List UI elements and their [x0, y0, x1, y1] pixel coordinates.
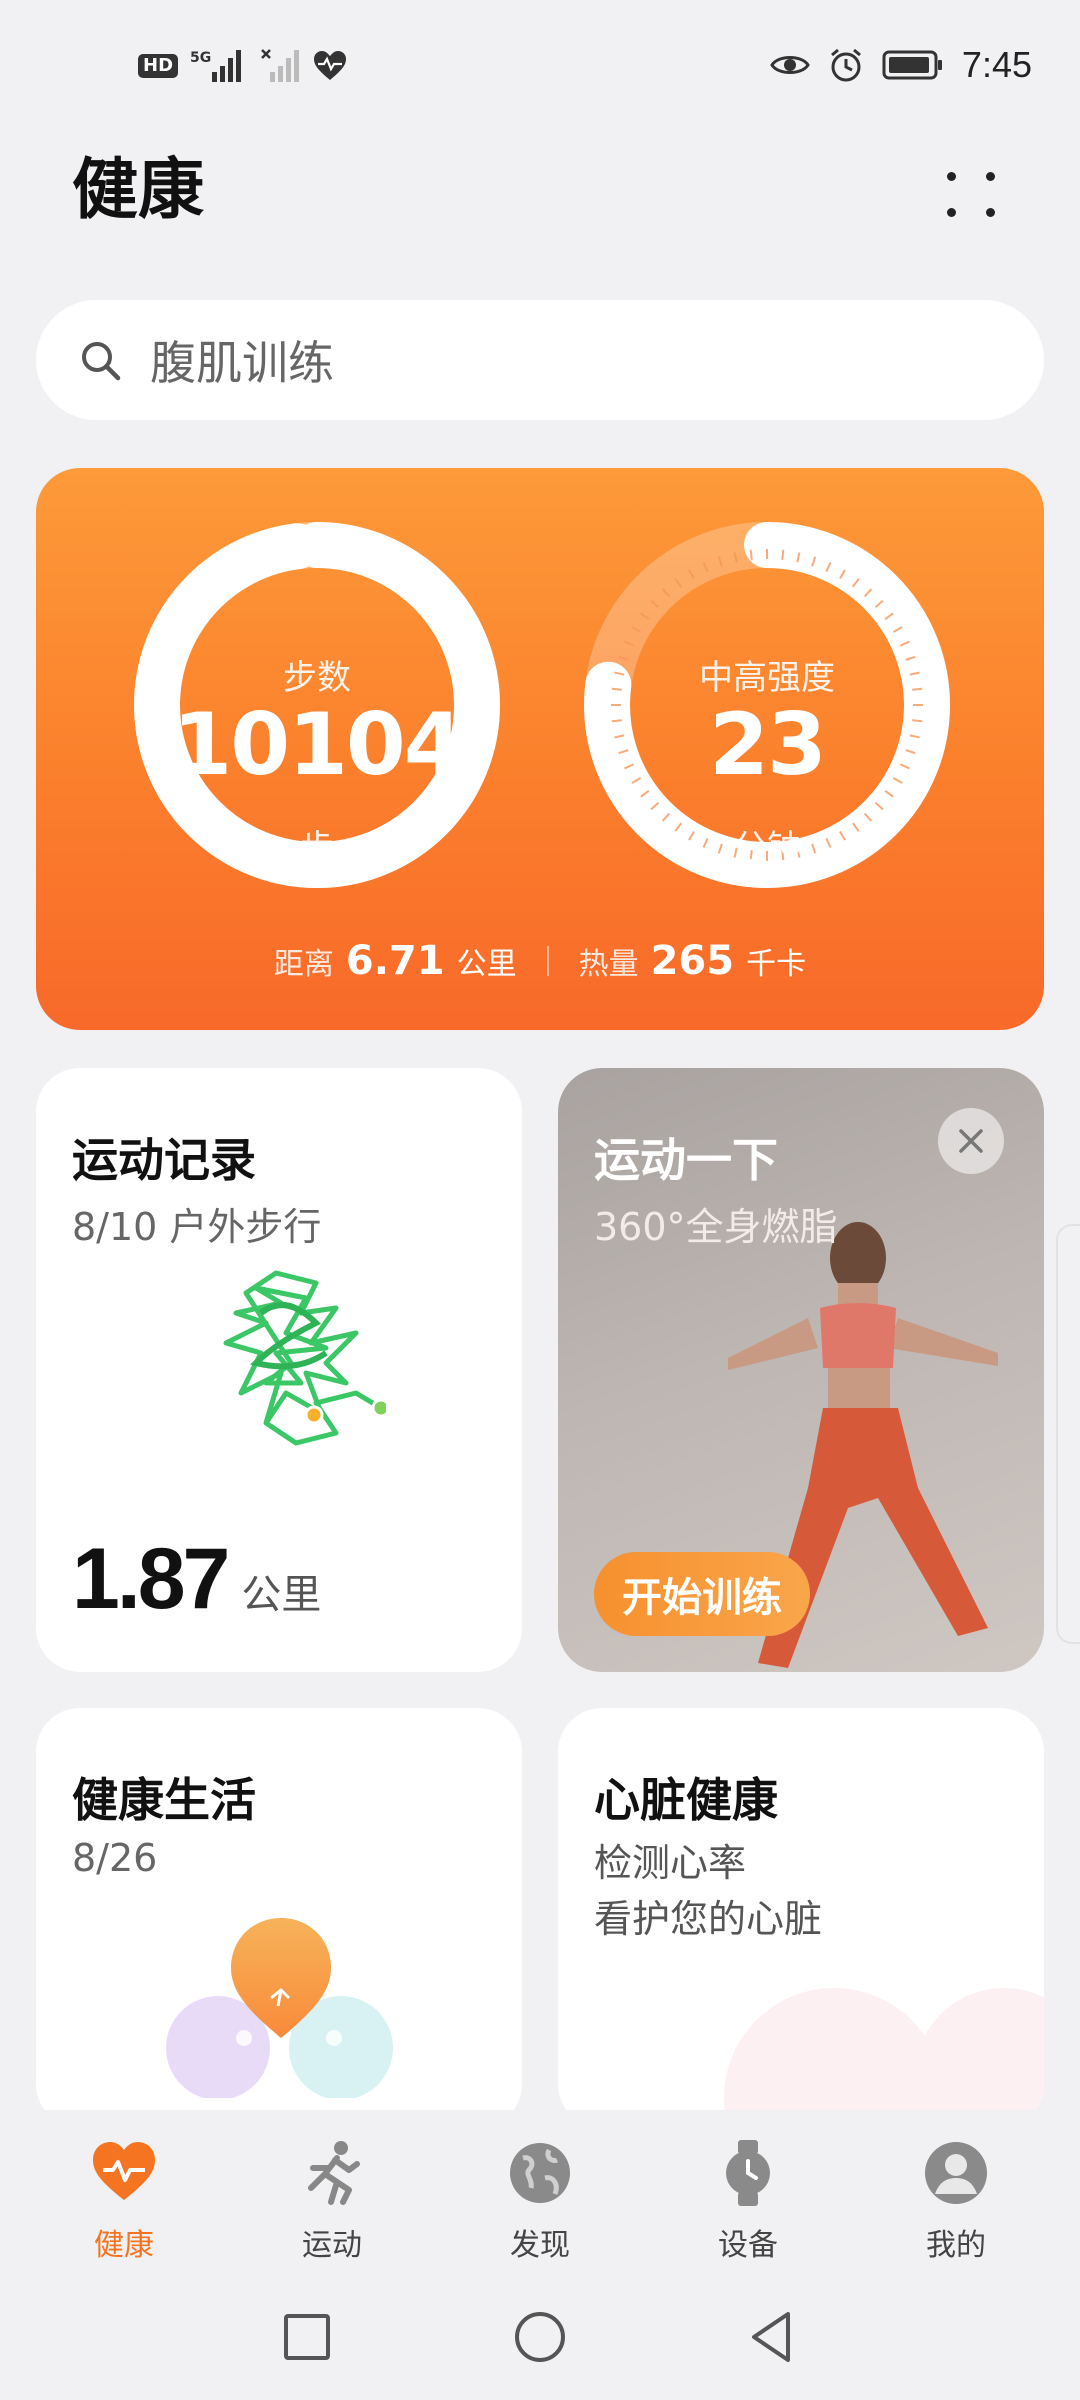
workout-title: 运动一下 [594, 1133, 778, 1187]
edge-handle[interactable] [1056, 1224, 1080, 1644]
nav-exercise-label: 运动 [302, 2228, 362, 2263]
svg-text:5G: 5G [190, 50, 211, 66]
search-placeholder: 腹肌训练 [150, 336, 334, 390]
calories-value: 265 [650, 938, 735, 984]
page-title: 健康 [72, 151, 204, 228]
steps-unit: 步 [300, 828, 334, 868]
nav-exercise[interactable]: 运动 [252, 2110, 412, 2290]
battery-icon [882, 50, 942, 80]
user-icon [925, 2142, 987, 2204]
dot-icon [947, 208, 956, 217]
nav-me-label: 我的 [926, 2228, 986, 2263]
nav-discover-label: 发现 [510, 2228, 570, 2263]
workout-subtitle: 360°全身燃脂 [594, 1205, 838, 1249]
intensity-ring[interactable]: 中高强度 23 分钟 [582, 520, 952, 890]
heart-line1: 检测心率 [594, 1841, 747, 1885]
search-icon [82, 342, 121, 381]
record-distance-unit: 公里 [241, 1572, 322, 1618]
heart-line2: 看护您的心脏 [594, 1897, 823, 1941]
start-training-button[interactable]: 开始训练 [594, 1552, 810, 1636]
intensity-unit: 分钟 [733, 828, 801, 868]
nav-me[interactable]: 我的 [876, 2110, 1036, 2290]
signal-icon: 5G [190, 50, 242, 82]
recent-apps-icon[interactable] [272, 2302, 342, 2372]
route-map-icon [223, 1270, 386, 1446]
signal-weak-icon [261, 49, 300, 82]
search-input[interactable]: 腹肌训练 [36, 300, 1044, 420]
runner-icon [308, 2141, 360, 2205]
steps-value: 10104 [172, 695, 463, 795]
home-icon[interactable] [505, 2302, 575, 2372]
steps-title: 步数 [283, 658, 351, 698]
close-icon [959, 1129, 983, 1153]
close-button[interactable] [938, 1108, 1004, 1174]
dot-icon [947, 172, 956, 181]
nav-devices-label: 设备 [718, 2228, 778, 2263]
nav-discover[interactable]: 发现 [460, 2110, 620, 2290]
status-time: 7:45 [961, 44, 1032, 85]
status-right: 7:45 [770, 40, 1032, 90]
ring-tick [781, 549, 785, 560]
life-title: 健康生活 [72, 1773, 256, 1827]
steps-ring[interactable]: 步数 10104 步 [132, 520, 502, 890]
back-icon[interactable] [736, 2302, 806, 2372]
record-title: 运动记录 [72, 1133, 256, 1187]
life-date: 8/26 [72, 1836, 158, 1880]
heart-rate-icon [314, 51, 347, 80]
record-subtitle: 8/10 户外步行 [72, 1205, 322, 1249]
alarm-icon [830, 48, 861, 82]
nav-health[interactable]: 健康 [44, 2110, 204, 2290]
eye-icon [770, 56, 810, 74]
record-distance-value: 1.87 [72, 1531, 230, 1627]
status-left: HD 5G [138, 44, 348, 88]
dot-icon [986, 172, 995, 181]
dot-icon [986, 208, 995, 217]
heart-icon [93, 2142, 155, 2200]
ring-tick [749, 549, 753, 560]
system-nav-bar [0, 2290, 1080, 2400]
distance-value: 6.71 [345, 938, 445, 984]
healthy-life-card[interactable]: 健康生活 8/26 [36, 1708, 522, 2128]
heart-title: 心脏健康 [594, 1773, 778, 1827]
distance-unit: 公里 [456, 947, 517, 982]
stats-divider [546, 946, 549, 976]
activity-card[interactable]: 步数 10104 步 中高强度 23 分钟 距离 6.71 公里 热量 265 … [36, 468, 1044, 1030]
record-distance: 1.87 公里 [72, 1530, 321, 1629]
heart-health-card[interactable]: 心脏健康 检测心率 看护您的心脏 [558, 1708, 1044, 2128]
globe-icon [510, 2143, 570, 2203]
watch-icon [726, 2140, 770, 2206]
heart-illustration [724, 1988, 1044, 2128]
calories-label: 热量 [578, 947, 639, 982]
nav-devices[interactable]: 设备 [668, 2110, 828, 2290]
nav-health-label: 健康 [94, 2228, 154, 2263]
calories-unit: 千卡 [746, 947, 807, 982]
intensity-value: 23 [709, 695, 827, 795]
bottom-nav: 健康 运动 发现 设备 我的 [0, 2110, 1080, 2290]
exercise-record-card[interactable]: 运动记录 8/10 户外步行 1.87 公里 [36, 1068, 522, 1672]
more-menu-button[interactable] [932, 158, 1010, 236]
life-bubbles-icon [166, 1918, 393, 2098]
hd-badge: HD [138, 54, 179, 78]
activity-stats: 距离 6.71 公里 热量 265 千卡 [36, 938, 1044, 984]
distance-label: 距离 [273, 947, 334, 982]
workout-promo-card[interactable]: 运动一下 360°全身燃脂 开始训练 [558, 1068, 1044, 1672]
status-bar: HD 5G 7:45 [0, 0, 1080, 130]
intensity-title: 中高强度 [699, 658, 835, 698]
